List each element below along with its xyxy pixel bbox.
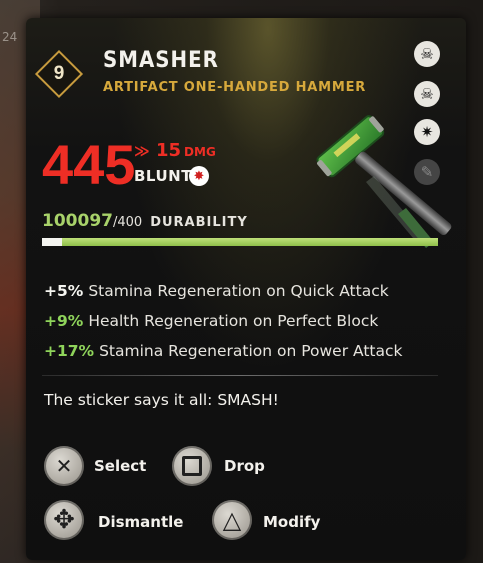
durability-max: /400 [112,215,143,230]
modify-button-icon[interactable]: △ [212,500,252,540]
item-level: 9 [53,63,65,84]
damage-type: BLUNT [134,167,192,185]
damage-difference: ≫ 15 DMG [134,140,216,161]
stats-list: +5% Stamina Regeneration on Quick Attack … [0,270,441,370]
damage-value: 445 [42,133,136,196]
drop-action-label[interactable]: Drop [224,457,265,475]
durability-bar-fill [42,238,438,246]
select-action-label[interactable]: Select [94,457,146,475]
damage-diff-unit: DMG [184,145,216,159]
stat-value: +5% [44,282,84,300]
damage-diff-value: 15 [155,140,182,161]
durability-bar-highlight [42,238,62,246]
durability-label: DURABILITY [150,215,248,230]
damage-down-arrow-icon: ≫ [134,142,150,160]
durability-bar [42,238,438,246]
stat-value: +9% [44,312,84,330]
stat-row: +9% Health Regeneration on Perfect Block [44,312,378,330]
dismantle-action-label[interactable]: Dismantle [98,513,183,531]
stat-value: +17% [44,342,95,360]
durability-readout: 100097/400 DURABILITY [42,211,248,231]
durability-current: 100097 [42,211,113,231]
stat-row: +17% Stamina Regeneration on Power Attack [44,342,403,360]
item-description: The sticker says it all: SMASH! [44,391,279,409]
background-text: 24 [2,30,18,44]
item-type: ARTIFACT ONE-HANDED HAMMER [103,80,367,95]
dismantle-button-icon[interactable]: ✥ [44,500,84,540]
item-name: SMASHER [103,48,219,73]
section-divider [42,375,438,376]
blunt-impact-icon: ✸ [189,166,209,186]
stat-text: Health Regeneration on Perfect Block [88,312,379,330]
drop-button-icon[interactable] [172,446,212,486]
modify-action-label[interactable]: Modify [263,513,320,531]
stat-text: Stamina Regeneration on Quick Attack [88,282,389,300]
skull-crossbones-icon: ☠ [414,41,440,67]
hammer-image [316,115,452,248]
stat-text: Stamina Regeneration on Power Attack [99,342,403,360]
stat-row: +5% Stamina Regeneration on Quick Attack [44,282,389,300]
skull-crossbones-icon: ☠ [414,81,440,107]
select-button-icon[interactable]: ✕ [44,446,84,486]
